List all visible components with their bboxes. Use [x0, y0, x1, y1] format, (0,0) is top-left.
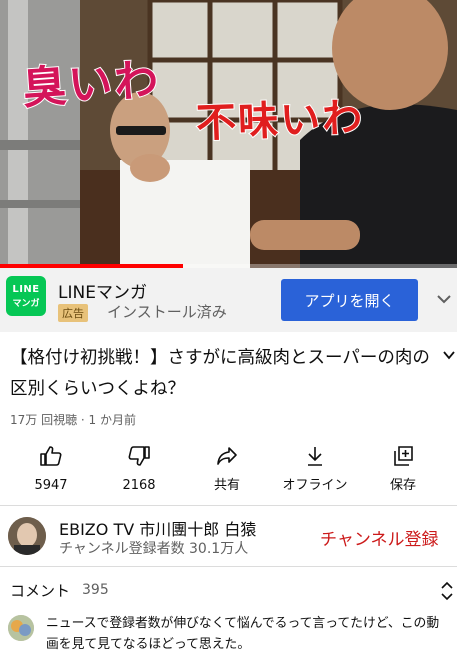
subscribe-button[interactable]: チャンネル登録: [320, 525, 439, 550]
divider: [0, 505, 457, 506]
ad-badge: 広告: [58, 304, 88, 322]
top-comment-text[interactable]: ニュースで登録者数が伸びなくて悩んでるって言ってたけど、この動画を見て見てなるほ…: [46, 613, 450, 655]
channel-avatar[interactable]: [8, 517, 46, 555]
share-label: 共有: [213, 478, 240, 493]
thumbs-up-icon: [40, 446, 62, 466]
open-app-button[interactable]: アプリを開く: [281, 279, 418, 321]
download-icon: [308, 447, 322, 466]
video-player[interactable]: 臭いわ 不味いわ: [0, 0, 457, 268]
divider: [0, 566, 457, 567]
channel-avatar-image: [8, 517, 46, 555]
expand-collapse-icon[interactable]: [440, 581, 454, 601]
video-meta: 17万 回視聴 · 1 か月前: [10, 413, 136, 427]
ad-install-status: インストール済み: [107, 303, 227, 321]
commenter-avatar[interactable]: [8, 615, 34, 641]
dislike-button[interactable]: 2168: [99, 440, 179, 493]
expand-description-icon[interactable]: [442, 348, 456, 362]
comments-label[interactable]: コメント: [10, 580, 70, 601]
ad-title: LINEマンガ: [58, 283, 147, 303]
thumbs-down-icon: [128, 446, 150, 466]
video-caption-left: 臭いわ: [20, 53, 163, 116]
like-count: 5947: [34, 478, 68, 493]
comments-count: 395: [82, 582, 109, 598]
video-title[interactable]: 【格付け初挑戦！】さすがに高級肉とスーパーの肉の区別くらいつくよね？: [10, 343, 434, 405]
chevron-down-icon[interactable]: [436, 291, 452, 307]
download-label: オフライン: [282, 478, 348, 493]
action-bar: 5947 2168 共有 オフライン 保存: [0, 440, 457, 500]
save-to-playlist-icon: [394, 446, 413, 466]
save-button[interactable]: 保存: [363, 440, 443, 493]
logo-text-line2: マンガ: [12, 299, 40, 309]
dislike-count: 2168: [122, 478, 156, 493]
like-button[interactable]: 5947: [11, 440, 91, 493]
share-icon: [217, 447, 237, 465]
download-button[interactable]: オフライン: [275, 440, 355, 493]
video-caption-right: 不味いわ: [194, 94, 366, 148]
line-manga-logo: LINE マンガ: [6, 276, 46, 316]
channel-name[interactable]: EBIZO TV 市川團十郎 白猿: [59, 516, 256, 540]
channel-subscriber-count: チャンネル登録者数 30.1万人: [59, 541, 249, 557]
save-label: 保存: [389, 478, 416, 493]
logo-text-line1: LINE: [12, 284, 40, 295]
share-button[interactable]: 共有: [187, 440, 267, 493]
commenter-avatar-image: [8, 615, 34, 641]
